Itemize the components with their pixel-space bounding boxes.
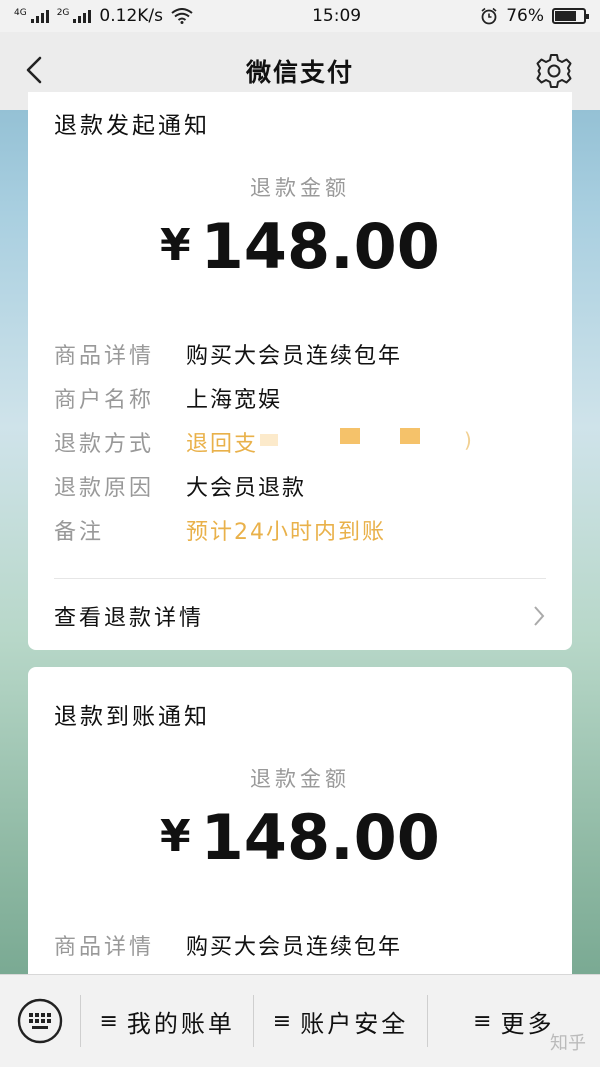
menu-label: 我的账单 xyxy=(126,1009,235,1038)
battery-icon xyxy=(551,8,589,24)
alarm-icon xyxy=(481,7,497,25)
row-value: 购买大会员连续包年 xyxy=(186,935,403,960)
back-arrow-icon[interactable] xyxy=(20,52,50,88)
redaction-mark xyxy=(340,428,360,444)
keyboard-toggle-button[interactable] xyxy=(0,975,80,1067)
row-key: 商品详情 xyxy=(54,935,155,960)
refund-initiated-card: 退款发起通知 退款金额 ¥148.00 商品详情 购买大会员连续包年 商户名称 … xyxy=(28,92,572,650)
row-key: 退款原因 xyxy=(54,476,155,501)
status-right: 76% xyxy=(480,6,589,26)
amount-label: 退款金额 xyxy=(250,176,350,200)
currency-symbol: ¥ xyxy=(160,811,191,862)
refund-amount: ¥148.00 xyxy=(28,801,572,874)
chevron-right-icon xyxy=(534,606,545,626)
battery-percent: 76% xyxy=(506,6,544,26)
menu-label: 更多 xyxy=(500,1009,555,1038)
bottom-menu: ≡ 我的账单 ≡ 账户安全 ≡ 更多 知乎 xyxy=(0,974,600,1067)
row-value: 退回支 xyxy=(186,432,259,457)
row-key: 退款方式 xyxy=(54,432,155,457)
amount-value: 148.00 xyxy=(200,210,440,283)
card-title: 退款到账通知 xyxy=(54,704,210,730)
menu-icon: ≡ xyxy=(473,1008,495,1034)
view-refund-details-link[interactable]: 查看退款详情 xyxy=(54,600,546,632)
row-value: 购买大会员连续包年 xyxy=(186,344,403,369)
wifi-icon xyxy=(171,8,193,24)
menu-account-security[interactable]: ≡ 账户安全 xyxy=(253,995,426,1047)
currency-symbol: ¥ xyxy=(160,220,191,271)
row-key: 备注 xyxy=(54,520,105,545)
redaction-mark xyxy=(400,428,420,444)
network-speed: 0.12K/s xyxy=(99,6,163,26)
detail-row-product: 商品详情 购买大会员连续包年 xyxy=(54,929,402,961)
menu-my-bills[interactable]: ≡ 我的账单 xyxy=(80,995,253,1047)
keyboard-icon xyxy=(17,998,63,1044)
page-title: 微信支付 xyxy=(245,58,354,87)
signal-2-icon: 2G xyxy=(57,9,92,23)
status-time: 15:09 xyxy=(312,6,362,26)
gear-icon[interactable] xyxy=(536,53,572,89)
detail-row-merchant: 商户名称 上海宽娱 xyxy=(54,382,282,414)
amount-value: 148.00 xyxy=(200,801,440,874)
row-value-suffix: ) xyxy=(464,428,472,452)
link-label: 查看退款详情 xyxy=(54,606,205,631)
battery-fill xyxy=(554,11,576,21)
status-bar: 4G 2G 0.12K/s 15:09 76% xyxy=(0,0,600,32)
signal-icon: 4G xyxy=(14,9,49,23)
menu-icon: ≡ xyxy=(272,1008,295,1034)
row-value: 大会员退款 xyxy=(186,476,307,501)
row-value: 预计24小时内到账 xyxy=(186,520,386,545)
amount-label: 退款金额 xyxy=(250,767,350,791)
watermark: 知乎 xyxy=(550,1033,586,1054)
detail-row-reason: 退款原因 大会员退款 xyxy=(54,470,306,502)
status-left: 4G 2G 0.12K/s xyxy=(14,6,193,26)
row-key: 商品详情 xyxy=(54,344,155,369)
row-value: 上海宽娱 xyxy=(186,388,283,413)
detail-row-refund-method: 退款方式 退回支 xyxy=(54,426,258,458)
divider xyxy=(54,578,546,579)
detail-row-note: 备注 预计24小时内到账 xyxy=(54,514,386,546)
redaction-mark xyxy=(260,434,278,446)
card-title: 退款发起通知 xyxy=(54,113,210,139)
menu-icon: ≡ xyxy=(99,1008,121,1034)
menu-label: 账户安全 xyxy=(300,1009,409,1038)
refund-received-card: 退款到账通知 退款金额 ¥148.00 商品详情 购买大会员连续包年 xyxy=(28,667,572,987)
refund-amount: ¥148.00 xyxy=(28,210,572,283)
row-key: 商户名称 xyxy=(54,388,155,413)
detail-row-product: 商品详情 购买大会员连续包年 xyxy=(54,338,402,370)
